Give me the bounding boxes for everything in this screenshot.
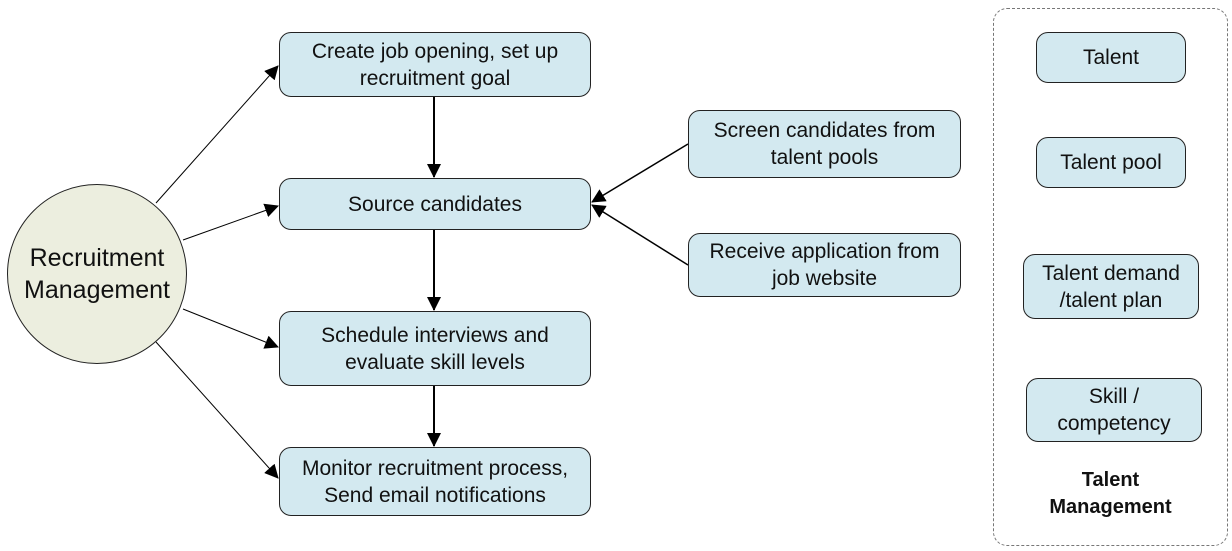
step-create-job-opening: Create job opening, set up recruitment g… — [279, 32, 591, 97]
edge-hub-to-source — [182, 203, 279, 241]
talent-item-talent-demand: Talent demand /talent plan — [1023, 254, 1199, 319]
talent-item-talent-pool: Talent pool — [1036, 137, 1186, 188]
talent-item-skill-competency: Skill / competency — [1026, 378, 1202, 442]
edge-receive-to-source — [591, 204, 689, 266]
talent-item-talent: Talent — [1036, 32, 1186, 83]
edge-hub-to-monitor — [155, 341, 279, 479]
edge-hub-to-create — [155, 65, 279, 204]
step-monitor-recruitment: Monitor recruitment process, Send email … — [279, 447, 591, 516]
source-screen-talent-pools: Screen candidates from talent pools — [688, 110, 961, 178]
edge-hub-to-schedule — [182, 308, 279, 349]
talent-management-title: Talent Management — [1049, 469, 1172, 518]
recruitment-management-hub: Recruitment Management — [7, 184, 187, 364]
step-schedule-interviews: Schedule interviews and evaluate skill l… — [279, 311, 591, 386]
step-source-candidates: Source candidates — [279, 178, 591, 230]
edge-screen-to-source — [591, 143, 689, 203]
source-receive-application: Receive application from job website — [688, 233, 961, 297]
